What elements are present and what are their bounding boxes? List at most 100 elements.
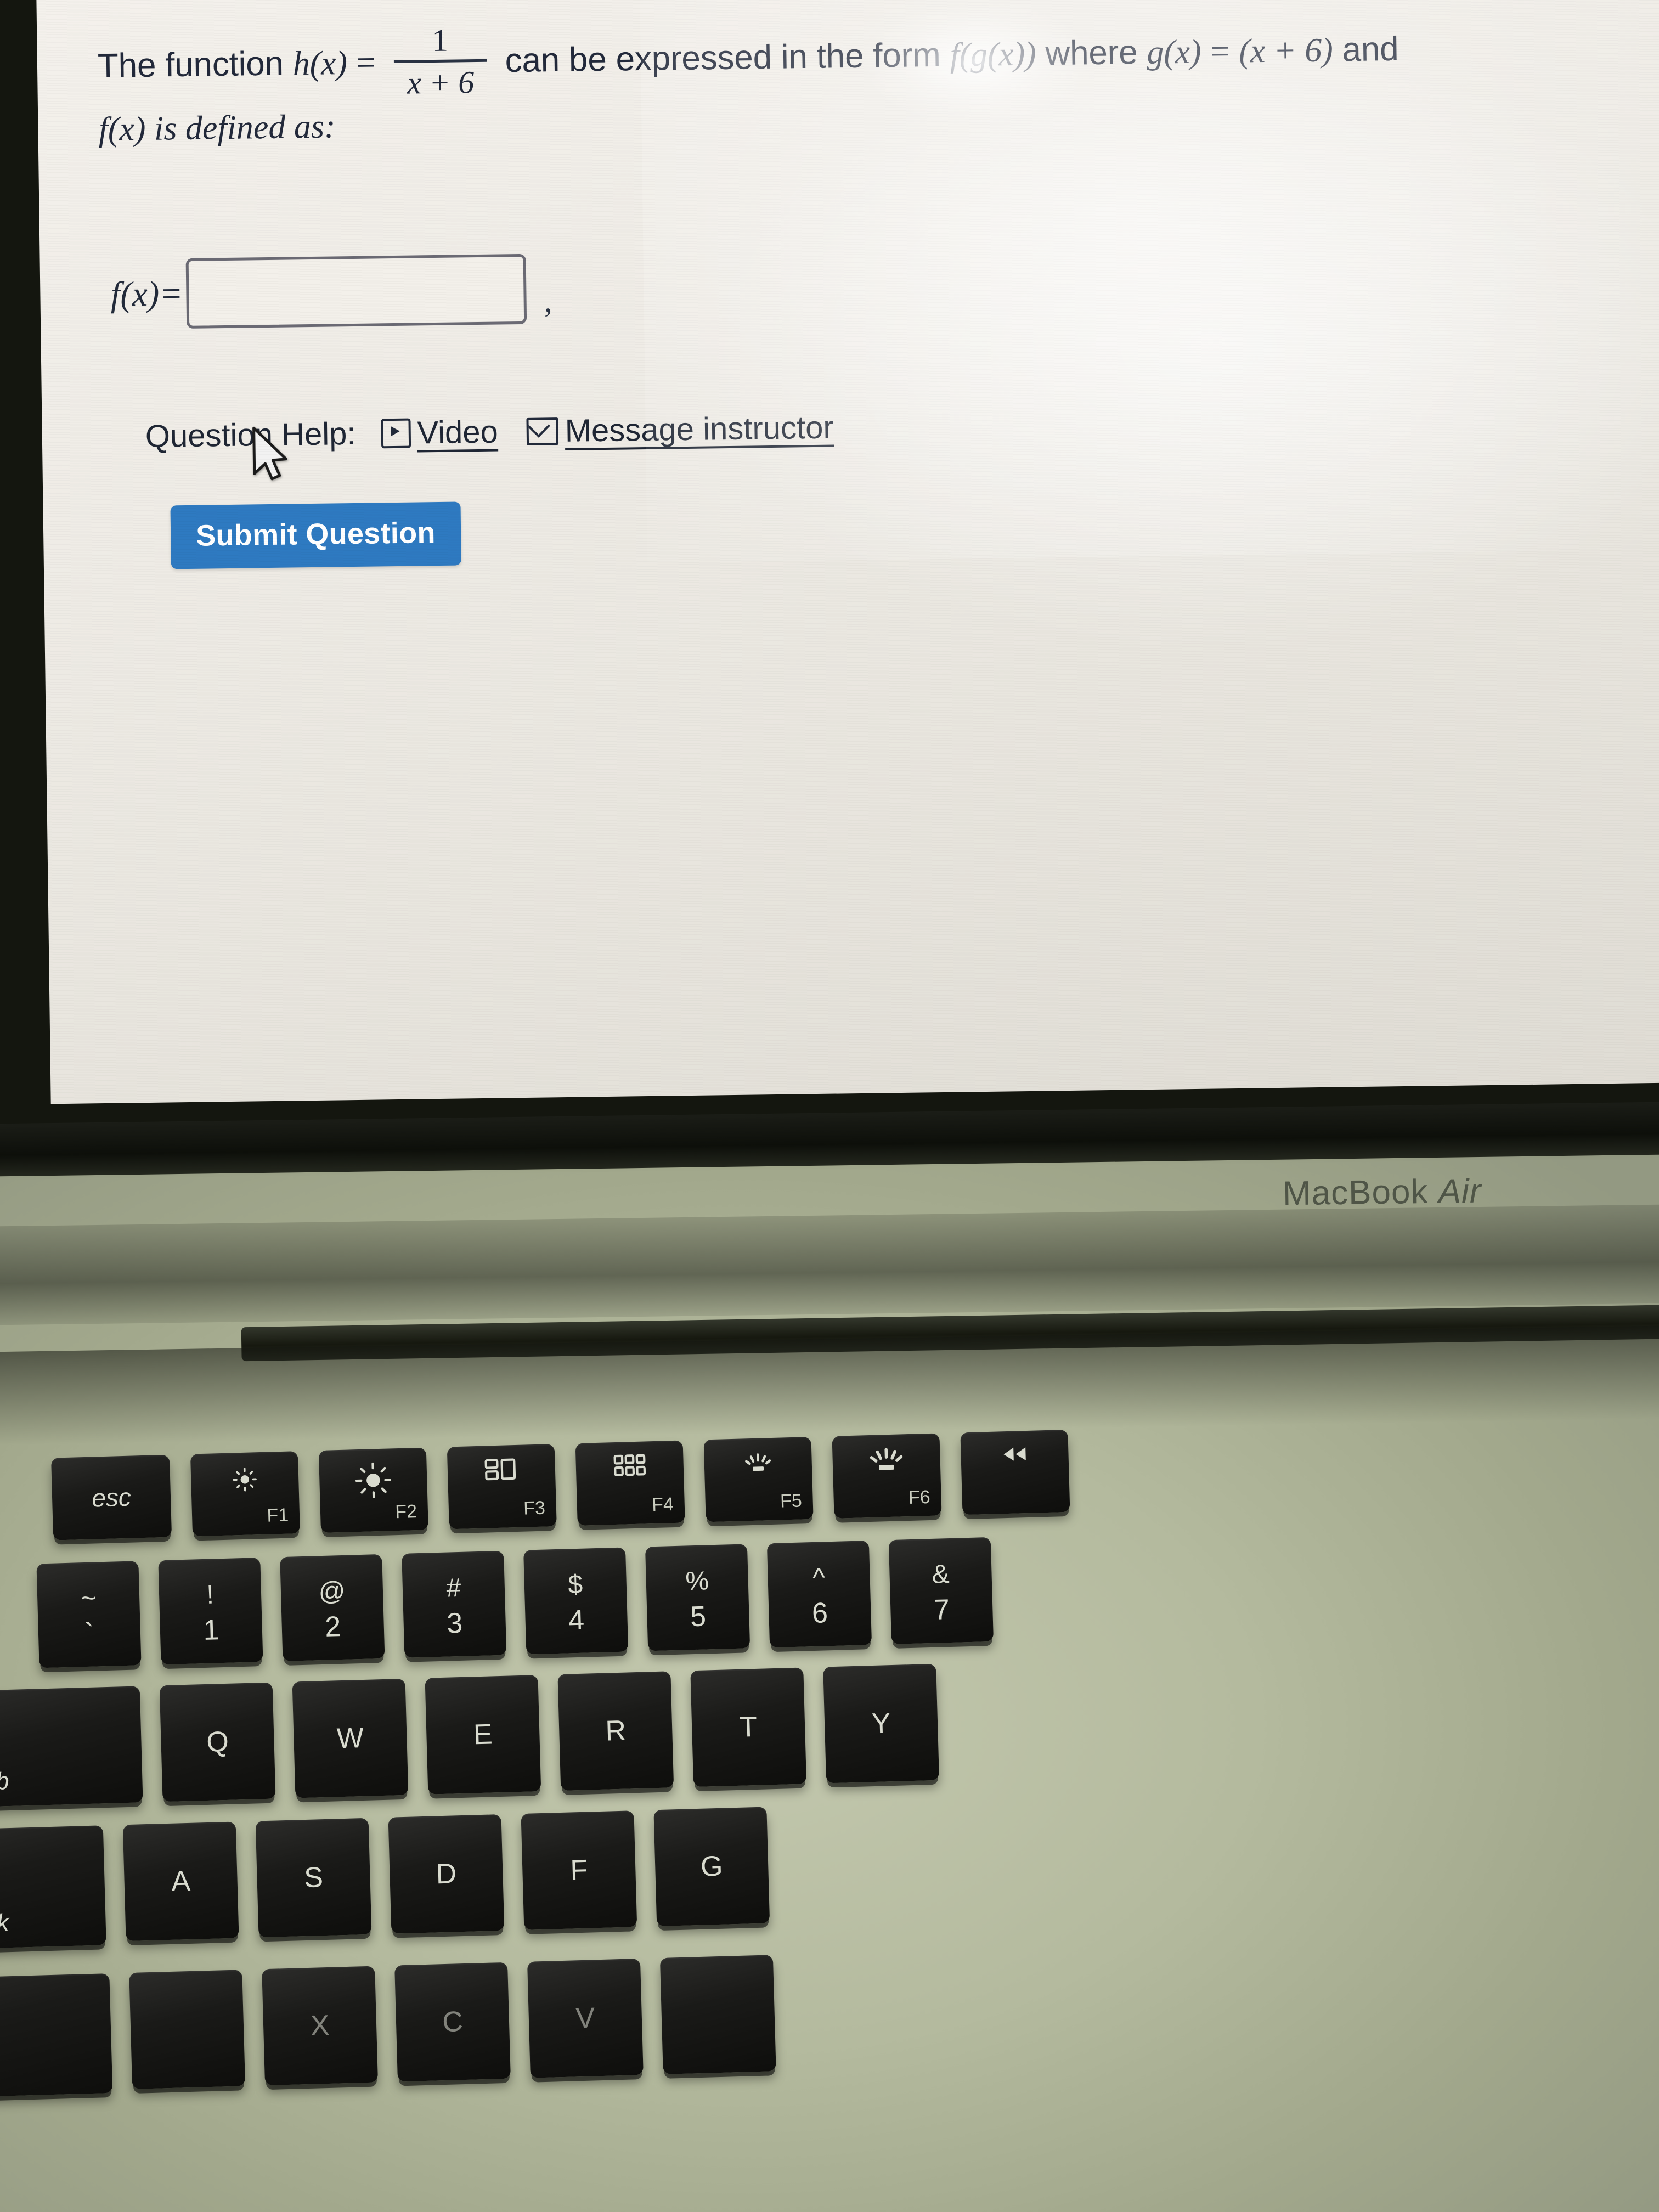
key-2-shift-label: @ [318,1576,346,1607]
answer-trailing-comma: , [544,282,553,319]
fraction-numerator: 1 [432,22,448,59]
key-backtick-shift-label: ~ [80,1583,97,1613]
fraction-denominator: x + 6 [407,64,475,101]
key-left-shift[interactable] [0,1973,113,2101]
key-4[interactable]: $ 4 [523,1547,629,1655]
key-f[interactable]: F [521,1810,637,1930]
equals-sign-2: = [1210,32,1230,71]
key-f6[interactable]: F6 [832,1433,942,1519]
key-6-label: 6 [811,1596,828,1629]
key-1-shift-label: ! [206,1580,215,1610]
key-d-label: D [435,1858,458,1891]
key-7[interactable]: & 7 [888,1537,994,1645]
keyboard-backlight-up-icon [832,1445,940,1475]
key-caps-lock[interactable]: caps lock [0,1825,106,1951]
key-f4-id: F4 [651,1494,674,1516]
submit-question-button[interactable]: Submit Question [170,501,461,569]
key-f1-id: F1 [266,1504,289,1526]
key-6-shift-label: ^ [812,1563,826,1593]
key-r-label: R [605,1714,627,1747]
function-h: h(x) [292,44,348,83]
and-text: and [1342,30,1399,69]
key-f-label: F [569,1854,589,1887]
key-esc[interactable]: esc [51,1454,172,1541]
key-rewind[interactable] [960,1429,1070,1515]
key-f5[interactable]: F5 [703,1436,814,1522]
key-f2[interactable]: F2 [318,1447,428,1533]
key-g-label: G [700,1850,724,1883]
key-5-shift-label: % [685,1566,709,1596]
key-c[interactable]: C [394,1962,511,2082]
key-5[interactable]: % 5 [645,1544,751,1651]
video-help-label: Video [417,414,499,451]
key-w-label: W [336,1722,364,1755]
key-t[interactable]: T [690,1667,807,1787]
key-w[interactable]: W [292,1678,409,1798]
equals-sign-1: = [356,44,376,82]
message-instructor-link[interactable]: Message instructor [526,409,834,450]
key-1[interactable]: ! 1 [158,1558,263,1665]
key-a[interactable]: A [122,1821,239,1942]
key-v[interactable]: V [527,1959,644,2078]
key-f4[interactable]: F4 [575,1440,685,1526]
mission-control-icon [447,1456,555,1483]
brand-model: Air [1438,1172,1482,1211]
key-d[interactable]: D [388,1814,505,1934]
bottom-key-row: X C V [0,1955,776,2101]
play-box-icon [381,418,411,448]
key-4-label: 4 [568,1604,585,1637]
launchpad-icon [575,1452,684,1478]
brightness-up-icon [319,1460,427,1501]
key-q[interactable]: Q [159,1682,276,1802]
brightness-down-icon [191,1463,299,1496]
key-s-label: S [303,1861,324,1894]
key-tab-label: tab [0,1768,10,1796]
key-6[interactable]: ^ 6 [766,1541,872,1648]
key-s[interactable]: S [255,1818,372,1938]
screen-display: The function h(x) = 1 x + 6 can be expre… [36,0,1659,1104]
key-2[interactable]: @ 2 [280,1554,385,1662]
quiz-content-area: The function h(x) = 1 x + 6 can be expre… [37,0,1659,569]
function-g: g(x) [1146,33,1201,71]
composite-function-fgx: f(g(x)) [950,35,1036,74]
key-y[interactable]: Y [823,1663,940,1784]
key-e[interactable]: E [425,1675,541,1795]
home-key-row: caps lock A S D F G [0,1807,770,1951]
key-f1[interactable]: F1 [190,1451,301,1537]
laptop-screen-assembly: The function h(x) = 1 x + 6 can be expre… [0,0,1659,1158]
key-f5-id: F5 [780,1490,803,1512]
key-f2-id: F2 [394,1501,417,1523]
key-backtick-label: ` [84,1617,95,1650]
question-statement-line2: f(x) is defined as: [98,108,336,149]
key-caps-lock-label: caps lock [0,1909,9,1939]
key-t-label: T [739,1711,758,1743]
key-v-label: V [575,2002,596,2035]
keyboard-backlight-down-icon [704,1449,812,1477]
where-text: where [1045,33,1138,73]
key-backtick[interactable]: ~ ` [36,1561,142,1668]
key-3-shift-label: # [445,1573,461,1603]
qwerty-key-row: tab Q W E R T Y [0,1663,940,1808]
question-statement: The function h(x) = 1 x + 6 can be expre… [97,11,1634,105]
photo-of-macbook-screen: The function h(x) = 1 x + 6 can be expre… [0,0,1659,2212]
answer-row: f(x)= , [110,253,553,330]
envelope-icon [526,417,559,445]
g-value: (x + 6) [1238,31,1333,70]
key-q-label: Q [206,1725,229,1758]
answer-input[interactable] [185,253,527,329]
key-g[interactable]: G [653,1807,770,1927]
key-tab[interactable]: tab [0,1686,143,1808]
key-x[interactable]: X [262,1966,379,2086]
key-f3[interactable]: F3 [447,1444,557,1530]
key-r[interactable]: R [557,1671,674,1791]
key-3[interactable]: # 3 [402,1550,507,1658]
key-7-label: 7 [933,1593,950,1626]
key-b[interactable] [659,1955,776,2074]
key-esc-label: esc [91,1482,132,1513]
key-f6-id: F6 [908,1486,931,1509]
question-mid-text: can be expressed in the form [505,36,941,80]
key-1-label: 1 [202,1613,220,1646]
key-7-shift-label: & [931,1560,950,1589]
key-z[interactable] [129,1970,246,2089]
video-help-link[interactable]: Video [381,414,498,452]
